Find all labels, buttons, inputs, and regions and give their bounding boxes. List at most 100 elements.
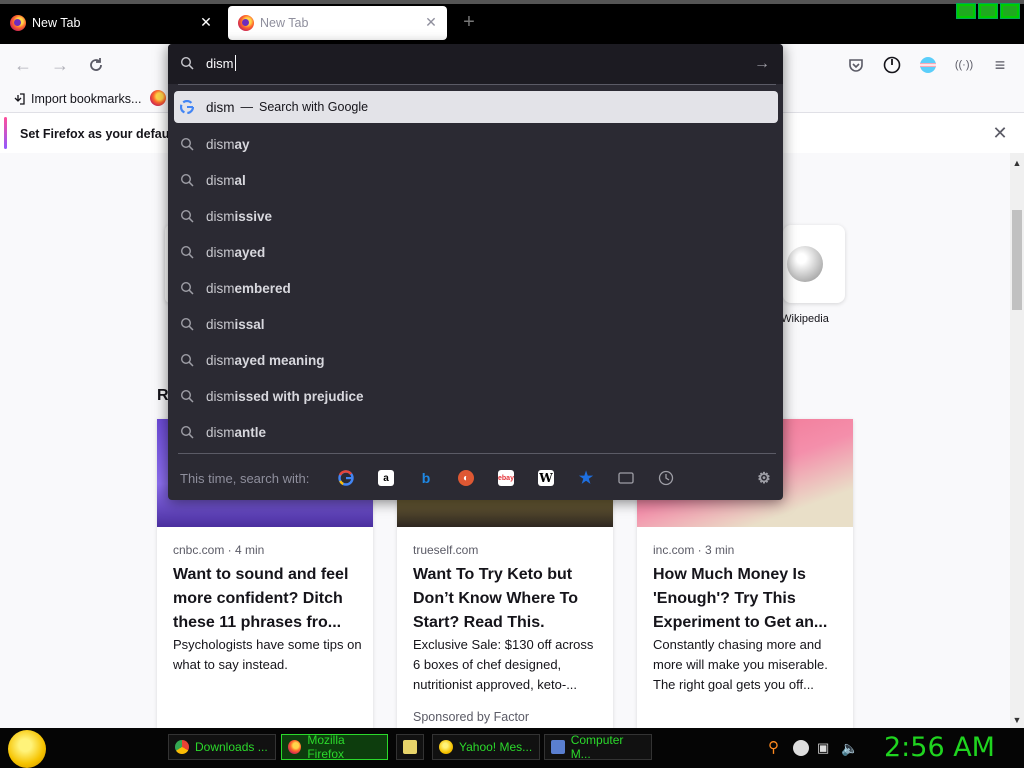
sponsored-label: Sponsored by Factor bbox=[413, 710, 530, 724]
forward-arrow-icon[interactable]: → bbox=[49, 54, 71, 76]
suggestion-completion: issive bbox=[234, 208, 273, 224]
search-settings-gear-icon[interactable]: ⚙ bbox=[756, 470, 772, 487]
display-tray-icon[interactable]: ▣ bbox=[817, 740, 833, 756]
url-input[interactable]: dism bbox=[206, 56, 233, 71]
suggestion-item[interactable]: dism issal bbox=[174, 308, 778, 340]
suggestion-prefix: dism bbox=[206, 388, 235, 404]
suggestion-completion: ayed meaning bbox=[234, 352, 325, 368]
search-icon bbox=[180, 281, 194, 295]
computer-management-icon bbox=[551, 740, 565, 754]
notification-accent bbox=[4, 117, 7, 149]
search-tray-icon[interactable]: ⚲ bbox=[768, 740, 784, 756]
extension-icon[interactable]: ((·)) bbox=[953, 54, 975, 76]
search-icon bbox=[180, 389, 194, 403]
pocket-icon[interactable] bbox=[845, 54, 867, 76]
import-bookmarks-button[interactable]: Import bookmarks... bbox=[12, 90, 141, 108]
amazon-engine-icon[interactable]: a bbox=[378, 470, 394, 486]
folder-icon bbox=[403, 740, 417, 754]
search-icon bbox=[180, 56, 194, 70]
search-icon bbox=[180, 317, 194, 331]
suggestion-prefix: dism bbox=[206, 172, 235, 188]
firefox-bookmark-icon[interactable] bbox=[150, 90, 166, 106]
title-bar-line bbox=[0, 0, 1024, 4]
new-tab-plus-icon[interactable]: + bbox=[458, 12, 480, 34]
story-title: Want to sound and feel more confident? D… bbox=[173, 566, 349, 631]
network-tray-icon[interactable] bbox=[793, 740, 809, 756]
maximize-button[interactable] bbox=[978, 3, 998, 19]
one-off-search-label: This time, search with: bbox=[180, 471, 310, 486]
search-icon bbox=[180, 425, 194, 439]
suggestion-item[interactable]: dism ay bbox=[174, 128, 778, 160]
suggestion-typed: dism bbox=[206, 99, 235, 115]
suggestion-item[interactable]: dism antle bbox=[174, 416, 778, 448]
suggestion-item[interactable]: dism ayed meaning bbox=[174, 344, 778, 376]
scroll-down-icon[interactable]: ▼ bbox=[1010, 713, 1024, 727]
close-icon[interactable]: ✕ bbox=[990, 123, 1010, 143]
close-icon[interactable]: ✕ bbox=[198, 14, 214, 30]
import-bookmarks-label: Import bookmarks... bbox=[31, 92, 142, 106]
account-avatar-icon[interactable] bbox=[917, 54, 939, 76]
scrollbar-thumb[interactable] bbox=[1012, 210, 1022, 310]
divider bbox=[178, 453, 776, 454]
suggestion-prefix: dism bbox=[206, 424, 235, 440]
timer-icon[interactable] bbox=[881, 54, 903, 76]
tabs-icon[interactable] bbox=[618, 470, 634, 486]
window-controls[interactable] bbox=[956, 3, 1020, 19]
bing-engine-icon[interactable]: b bbox=[418, 470, 434, 486]
story-description: Exclusive Sale: $130 off across 6 boxes … bbox=[413, 637, 594, 692]
close-icon[interactable]: ✕ bbox=[423, 14, 439, 30]
suggestion-completion: issal bbox=[234, 316, 265, 332]
search-icon bbox=[180, 173, 194, 187]
duckduckgo-engine-icon[interactable]: ◐ bbox=[458, 470, 474, 486]
story-description: Psychologists have some tips on what to … bbox=[173, 637, 362, 672]
suggestion-item[interactable]: dism issed with prejudice bbox=[174, 380, 778, 412]
minimize-button[interactable] bbox=[956, 3, 976, 19]
bookmarks-star-icon[interactable]: ★ bbox=[578, 470, 594, 487]
suggestion-completion: embered bbox=[234, 280, 291, 296]
story-title: How Much Money Is 'Enough'? Try This Exp… bbox=[653, 566, 828, 631]
suggestion-item[interactable]: dism issive bbox=[174, 200, 778, 232]
suggestion-completion: antle bbox=[234, 424, 267, 440]
suggestion-engine: Search with Google bbox=[259, 100, 369, 114]
urlbar[interactable] bbox=[168, 44, 783, 84]
close-window-button[interactable] bbox=[1000, 3, 1020, 19]
story-source: inc.com · 3 min bbox=[653, 543, 735, 557]
volume-tray-icon[interactable]: 🔈 bbox=[841, 740, 858, 756]
ebay-engine-icon[interactable]: ebay bbox=[498, 470, 514, 486]
back-arrow-icon[interactable]: ← bbox=[12, 54, 34, 76]
start-smiley-icon[interactable] bbox=[8, 730, 46, 768]
suggestion-completion: ayed bbox=[234, 244, 266, 260]
tab-title: New Tab bbox=[32, 16, 81, 30]
taskbar-button-folder[interactable] bbox=[396, 734, 424, 760]
suggestion-item[interactable]: dism ayed bbox=[174, 236, 778, 268]
tab-new-tab-1[interactable]: New Tab ✕ bbox=[0, 6, 222, 40]
search-icon bbox=[180, 137, 194, 151]
wikipedia-engine-icon[interactable]: W bbox=[538, 470, 554, 486]
taskbar-clock[interactable]: 2:56 AM bbox=[884, 732, 995, 763]
suggestion-separator: — bbox=[240, 100, 254, 114]
suggestion-prefix: dism bbox=[206, 208, 235, 224]
go-arrow-icon[interactable]: → bbox=[754, 55, 772, 73]
suggestion-prefix: dism bbox=[206, 244, 235, 260]
search-icon bbox=[180, 245, 194, 259]
taskbar-button-yahoo-messenger[interactable]: Yahoo! Mes... bbox=[432, 734, 540, 760]
taskbar-button-computer-management[interactable]: Computer M... bbox=[544, 733, 652, 761]
search-icon bbox=[180, 209, 194, 223]
reload-icon[interactable] bbox=[85, 54, 107, 76]
scroll-up-icon[interactable]: ▲ bbox=[1010, 156, 1024, 170]
text-caret bbox=[235, 55, 236, 71]
taskbar-button-label: Computer M... bbox=[570, 733, 624, 761]
suggestion-search-google[interactable]: dism — Search with Google bbox=[174, 91, 778, 123]
notification-text: Set Firefox as your default bbox=[20, 127, 177, 141]
suggestion-prefix: dism bbox=[206, 352, 235, 368]
taskbar-button-downloads[interactable]: Downloads ... bbox=[168, 734, 276, 760]
google-engine-icon[interactable] bbox=[338, 470, 354, 486]
suggestion-item[interactable]: dism embered bbox=[174, 272, 778, 304]
yahoo-smiley-icon bbox=[439, 740, 453, 754]
taskbar-button-label: Downloads ... bbox=[195, 740, 268, 754]
tab-new-tab-2[interactable]: New Tab ✕ bbox=[228, 6, 447, 40]
suggestion-item[interactable]: dism al bbox=[174, 164, 778, 196]
history-clock-icon[interactable] bbox=[658, 470, 674, 486]
hamburger-menu-icon[interactable]: ≡ bbox=[989, 54, 1011, 76]
taskbar-button-firefox[interactable]: Mozilla Firefox bbox=[281, 733, 388, 761]
